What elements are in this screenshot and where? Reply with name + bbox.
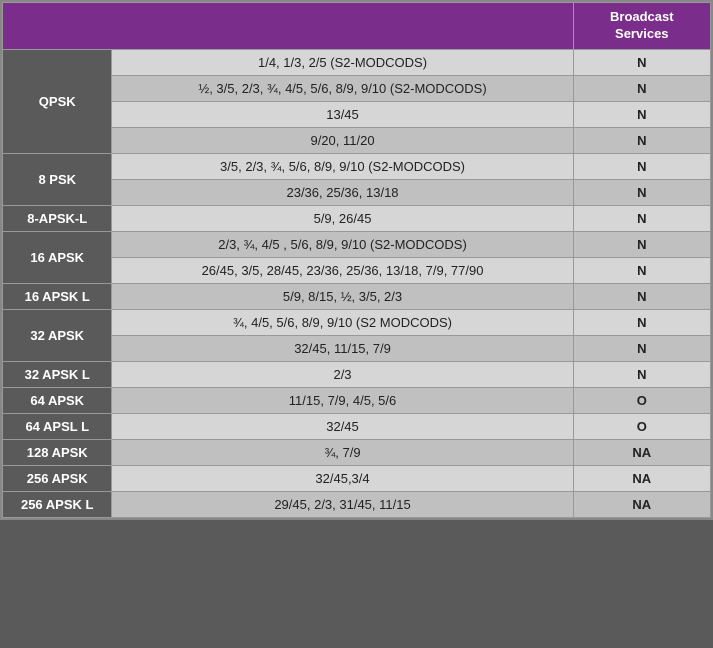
broadcast-cell: NA	[573, 439, 710, 465]
broadcast-cell: N	[573, 361, 710, 387]
config-cell: 29/45, 2/3, 31/45, 11/15	[112, 491, 573, 517]
config-cell: 26/45, 3/5, 28/45, 23/36, 25/36, 13/18, …	[112, 257, 573, 283]
broadcast-cell: NA	[573, 491, 710, 517]
config-cell: 1/4, 1/3, 2/5 (S2-MODCODS)	[112, 49, 573, 75]
modulation-cell: 16 APSK L	[3, 283, 112, 309]
modulation-cell: 128 APSK	[3, 439, 112, 465]
modulation-cell: 16 APSK	[3, 231, 112, 283]
table-row: 8 PSK3/5, 2/3, ¾, 5/6, 8/9, 9/10 (S2-MOD…	[3, 153, 711, 179]
broadcast-cell: N	[573, 75, 710, 101]
modulation-cell: 8-APSK-L	[3, 205, 112, 231]
broadcast-cell: NA	[573, 465, 710, 491]
table-row: 256 APSK32/45,3/4NA	[3, 465, 711, 491]
config-cell: 2/3, ¾, 4/5 , 5/6, 8/9, 9/10 (S2-MODCODS…	[112, 231, 573, 257]
modulation-cell: 32 APSK L	[3, 361, 112, 387]
config-cell: 32/45,3/4	[112, 465, 573, 491]
modulation-cell: 256 APSK L	[3, 491, 112, 517]
broadcast-cell: N	[573, 127, 710, 153]
table-row: 128 APSK¾, 7/9NA	[3, 439, 711, 465]
config-cell: ¾, 7/9	[112, 439, 573, 465]
broadcast-cell: N	[573, 257, 710, 283]
broadcast-cell: N	[573, 231, 710, 257]
config-cell: 11/15, 7/9, 4/5, 5/6	[112, 387, 573, 413]
system-configs-header	[3, 3, 574, 50]
table-row: 256 APSK L29/45, 2/3, 31/45, 11/15NA	[3, 491, 711, 517]
broadcast-services-header: BroadcastServices	[573, 3, 710, 50]
table-row: 64 APSL L32/45O	[3, 413, 711, 439]
broadcast-cell: N	[573, 179, 710, 205]
modulation-cell: 64 APSL L	[3, 413, 112, 439]
broadcast-cell: O	[573, 413, 710, 439]
modulation-cell: QPSK	[3, 49, 112, 153]
modulation-cell: 8 PSK	[3, 153, 112, 205]
configurations-table: BroadcastServices QPSK1/4, 1/3, 2/5 (S2-…	[2, 2, 711, 518]
broadcast-cell: N	[573, 309, 710, 335]
broadcast-cell: N	[573, 101, 710, 127]
broadcast-cell: N	[573, 205, 710, 231]
config-cell: 5/9, 8/15, ½, 3/5, 2/3	[112, 283, 573, 309]
table-row: 32 APSK¾, 4/5, 5/6, 8/9, 9/10 (S2 MODCOD…	[3, 309, 711, 335]
modulation-cell: 64 APSK	[3, 387, 112, 413]
table-row: 32 APSK L2/3N	[3, 361, 711, 387]
table-row: 64 APSK11/15, 7/9, 4/5, 5/6O	[3, 387, 711, 413]
modulation-cell: 32 APSK	[3, 309, 112, 361]
config-cell: 32/45, 11/15, 7/9	[112, 335, 573, 361]
main-table-wrapper: BroadcastServices QPSK1/4, 1/3, 2/5 (S2-…	[0, 0, 713, 520]
config-cell: 32/45	[112, 413, 573, 439]
broadcast-cell: N	[573, 283, 710, 309]
table-row: QPSK1/4, 1/3, 2/5 (S2-MODCODS)N	[3, 49, 711, 75]
config-cell: 13/45	[112, 101, 573, 127]
broadcast-cell: N	[573, 153, 710, 179]
table-row: 8-APSK-L5/9, 26/45N	[3, 205, 711, 231]
table-row: 16 APSK L5/9, 8/15, ½, 3/5, 2/3N	[3, 283, 711, 309]
config-cell: 9/20, 11/20	[112, 127, 573, 153]
table-row: 16 APSK2/3, ¾, 4/5 , 5/6, 8/9, 9/10 (S2-…	[3, 231, 711, 257]
config-cell: ¾, 4/5, 5/6, 8/9, 9/10 (S2 MODCODS)	[112, 309, 573, 335]
broadcast-cell: O	[573, 387, 710, 413]
broadcast-cell: N	[573, 49, 710, 75]
config-cell: 3/5, 2/3, ¾, 5/6, 8/9, 9/10 (S2-MODCODS)	[112, 153, 573, 179]
config-cell: 2/3	[112, 361, 573, 387]
modulation-cell: 256 APSK	[3, 465, 112, 491]
broadcast-cell: N	[573, 335, 710, 361]
config-cell: ½, 3/5, 2/3, ¾, 4/5, 5/6, 8/9, 9/10 (S2-…	[112, 75, 573, 101]
config-cell: 5/9, 26/45	[112, 205, 573, 231]
config-cell: 23/36, 25/36, 13/18	[112, 179, 573, 205]
